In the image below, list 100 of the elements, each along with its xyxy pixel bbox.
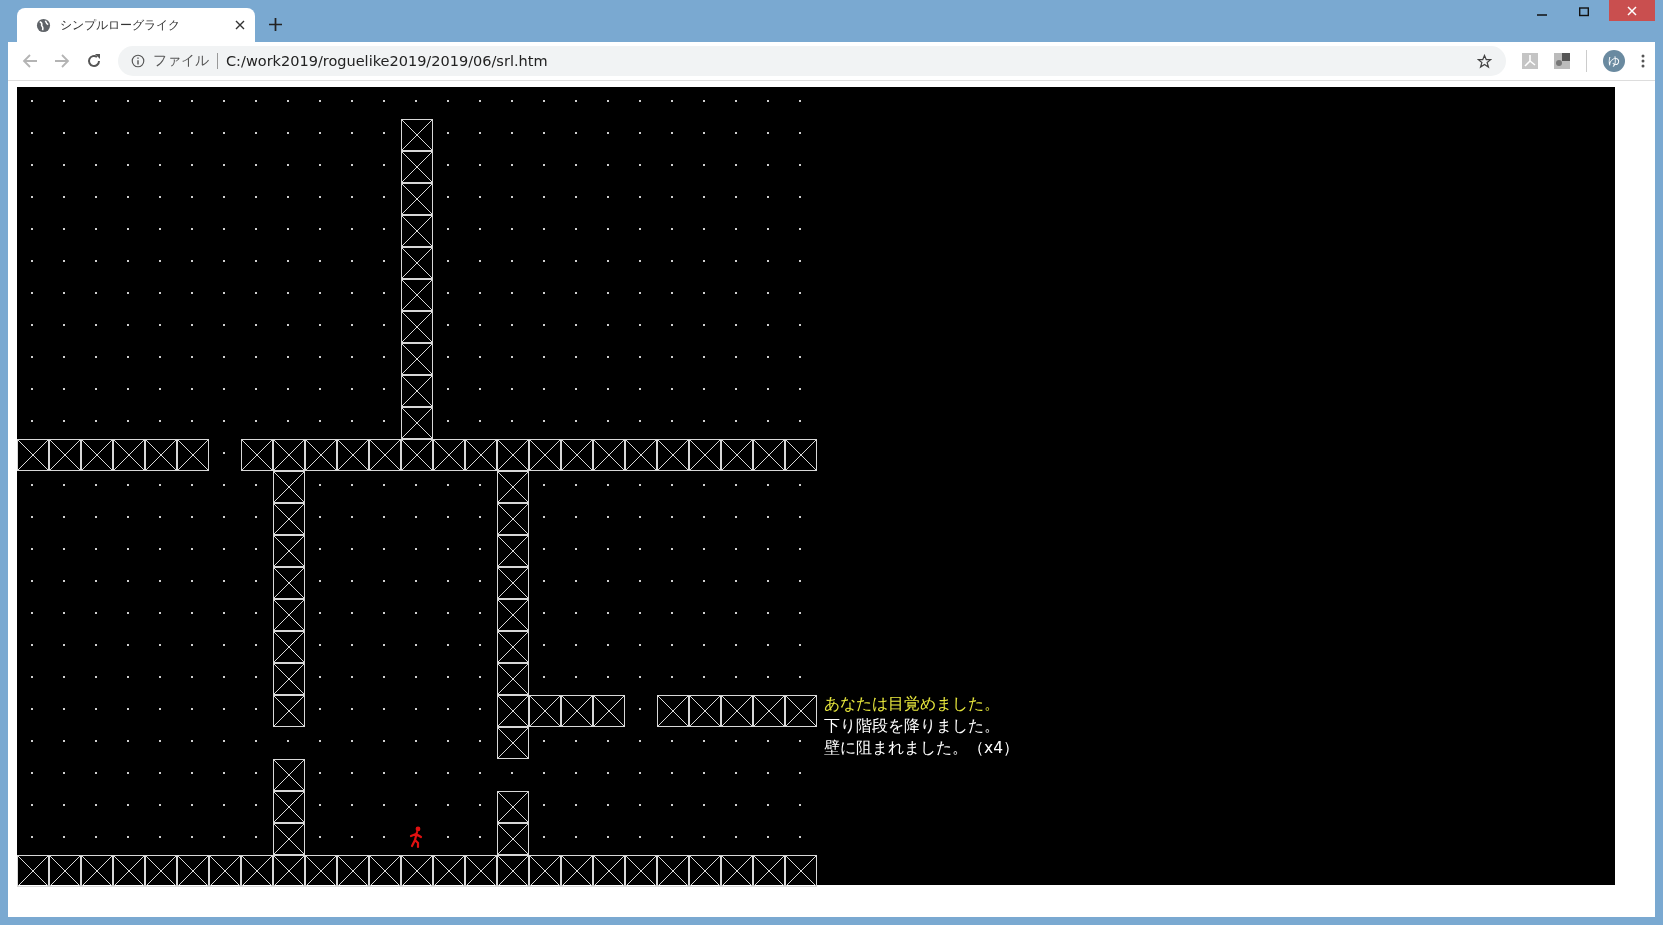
wall-tile <box>273 535 305 567</box>
wall-tile <box>273 823 305 855</box>
wall-tile <box>209 855 241 887</box>
wall-tile <box>369 855 401 887</box>
wall-tile <box>273 599 305 631</box>
wall-tile <box>401 247 433 279</box>
puzzle-extension-icon[interactable] <box>1554 53 1570 69</box>
wall-tile <box>337 439 369 471</box>
wall-tile <box>401 151 433 183</box>
wall-tile <box>401 343 433 375</box>
wall-tile <box>593 695 625 727</box>
address-bar[interactable]: ファイル C:/work2019/roguelike2019/2019/06/srl.htm <box>118 46 1506 76</box>
wall-tile <box>145 855 177 887</box>
maximize-icon[interactable] <box>1579 7 1589 17</box>
wall-tile <box>113 439 145 471</box>
wall-tile <box>689 855 721 887</box>
close-icon <box>1627 5 1637 16</box>
wall-tile <box>657 855 689 887</box>
wall-tile <box>657 695 689 727</box>
star-icon[interactable] <box>1477 53 1492 69</box>
wall-tile <box>273 567 305 599</box>
wall-tile <box>785 695 817 727</box>
wall-tile <box>689 439 721 471</box>
url-text: C:/work2019/roguelike2019/2019/06/srl.htm <box>226 53 548 69</box>
close-icon[interactable] <box>235 20 245 30</box>
wall-tile <box>177 439 209 471</box>
wall-tile <box>497 727 529 759</box>
wall-tile <box>401 855 433 887</box>
wall-tile <box>401 183 433 215</box>
wall-tile <box>497 471 529 503</box>
wall-tile <box>401 279 433 311</box>
wall-tile <box>625 439 657 471</box>
wall-tile <box>529 439 561 471</box>
wall-tile <box>497 791 529 823</box>
wall-tile <box>305 439 337 471</box>
wall-tile <box>49 439 81 471</box>
wall-tile <box>529 855 561 887</box>
hero-figure <box>409 826 423 849</box>
wall-tile <box>753 439 785 471</box>
wall-tile <box>433 855 465 887</box>
wall-tile <box>273 471 305 503</box>
wall-tile <box>785 855 817 887</box>
wall-tile <box>49 855 81 887</box>
wall-tile <box>497 855 529 887</box>
wall-tile <box>401 375 433 407</box>
wall-tile <box>593 439 625 471</box>
scheme-label: ファイル <box>153 52 209 70</box>
wall-tile <box>145 439 177 471</box>
wall-tile <box>753 855 785 887</box>
reload-icon[interactable] <box>86 53 102 69</box>
wall-tile <box>369 439 401 471</box>
menu-icon[interactable] <box>1641 53 1645 69</box>
wall-tile <box>273 759 305 791</box>
wall-tile <box>401 439 433 471</box>
wall-tile <box>401 311 433 343</box>
wall-tile <box>753 695 785 727</box>
wall-tile <box>497 535 529 567</box>
tab-title: シンプルローグライク <box>60 16 181 34</box>
wall-tile <box>497 695 529 727</box>
log-message: 下り階段を降りました。 <box>824 716 1001 737</box>
wall-tile <box>273 631 305 663</box>
wall-tile <box>497 567 529 599</box>
browser-tab[interactable]: シンプルローグライク <box>17 8 255 42</box>
wall-tile <box>273 791 305 823</box>
wall-tile <box>497 823 529 855</box>
wall-tile <box>689 695 721 727</box>
wall-tile <box>273 695 305 727</box>
wall-tile <box>657 439 689 471</box>
wall-tile <box>497 663 529 695</box>
wall-tile <box>561 855 593 887</box>
wall-tile <box>593 855 625 887</box>
wall-tile <box>241 855 273 887</box>
wall-tile <box>497 599 529 631</box>
wall-tile <box>273 439 305 471</box>
wall-tile <box>273 663 305 695</box>
wall-tile <box>305 855 337 887</box>
wall-tile <box>561 695 593 727</box>
wall-tile <box>497 439 529 471</box>
wall-tile <box>241 439 273 471</box>
wall-tile <box>17 439 49 471</box>
wall-tile <box>529 695 561 727</box>
wall-tile <box>177 855 209 887</box>
log-message: 壁に阻まれました。（x4） <box>824 738 1020 759</box>
wall-tile <box>785 439 817 471</box>
wall-tile <box>81 439 113 471</box>
wall-tile <box>625 855 657 887</box>
wall-tile <box>497 503 529 535</box>
wall-tile <box>721 695 753 727</box>
wall-tile <box>497 631 529 663</box>
wall-tile <box>561 439 593 471</box>
info-icon[interactable] <box>131 54 145 68</box>
profile-avatar[interactable]: ゆ <box>1603 50 1625 72</box>
new-tab-icon[interactable] <box>269 18 282 31</box>
wall-tile <box>337 855 369 887</box>
wall-tile <box>17 855 49 887</box>
wall-tile <box>401 215 433 247</box>
wall-tile <box>113 855 145 887</box>
globe-icon <box>36 17 51 33</box>
wall-tile <box>401 407 433 439</box>
log-message: あなたは目覚めました。 <box>824 694 1001 715</box>
